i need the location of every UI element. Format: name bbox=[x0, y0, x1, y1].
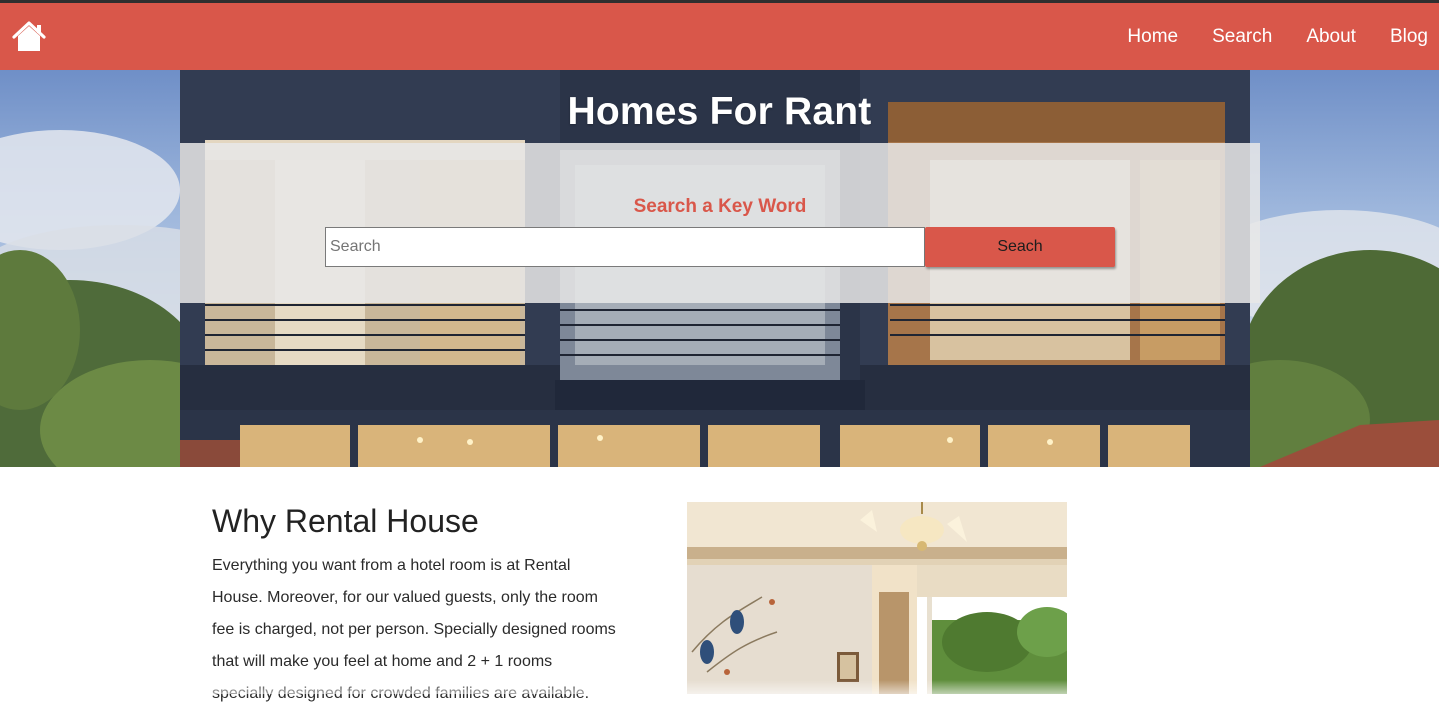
section-title: Why Rental House bbox=[212, 503, 479, 539]
nav-link-search[interactable]: Search bbox=[1212, 26, 1272, 48]
search-panel: Search a Key Word Seach bbox=[180, 143, 1260, 303]
nav-link-blog[interactable]: Blog bbox=[1390, 26, 1428, 48]
search-input[interactable] bbox=[325, 227, 925, 267]
search-button[interactable]: Seach bbox=[925, 227, 1115, 267]
navbar: Home Search About Blog bbox=[0, 3, 1439, 70]
home-icon[interactable] bbox=[12, 20, 46, 54]
section-text: Everything you want from a hotel room is… bbox=[212, 557, 616, 702]
nav-links: Home Search About Blog bbox=[1127, 3, 1428, 70]
nav-link-home[interactable]: Home bbox=[1127, 26, 1178, 48]
search-heading: Search a Key Word bbox=[633, 196, 807, 217]
nav-link-about[interactable]: About bbox=[1306, 26, 1356, 48]
room-image bbox=[687, 502, 1067, 694]
hero-section: Homes For Rant Search a Key Word Seach bbox=[0, 70, 1439, 467]
hero-title: Homes For Rant bbox=[567, 90, 872, 133]
